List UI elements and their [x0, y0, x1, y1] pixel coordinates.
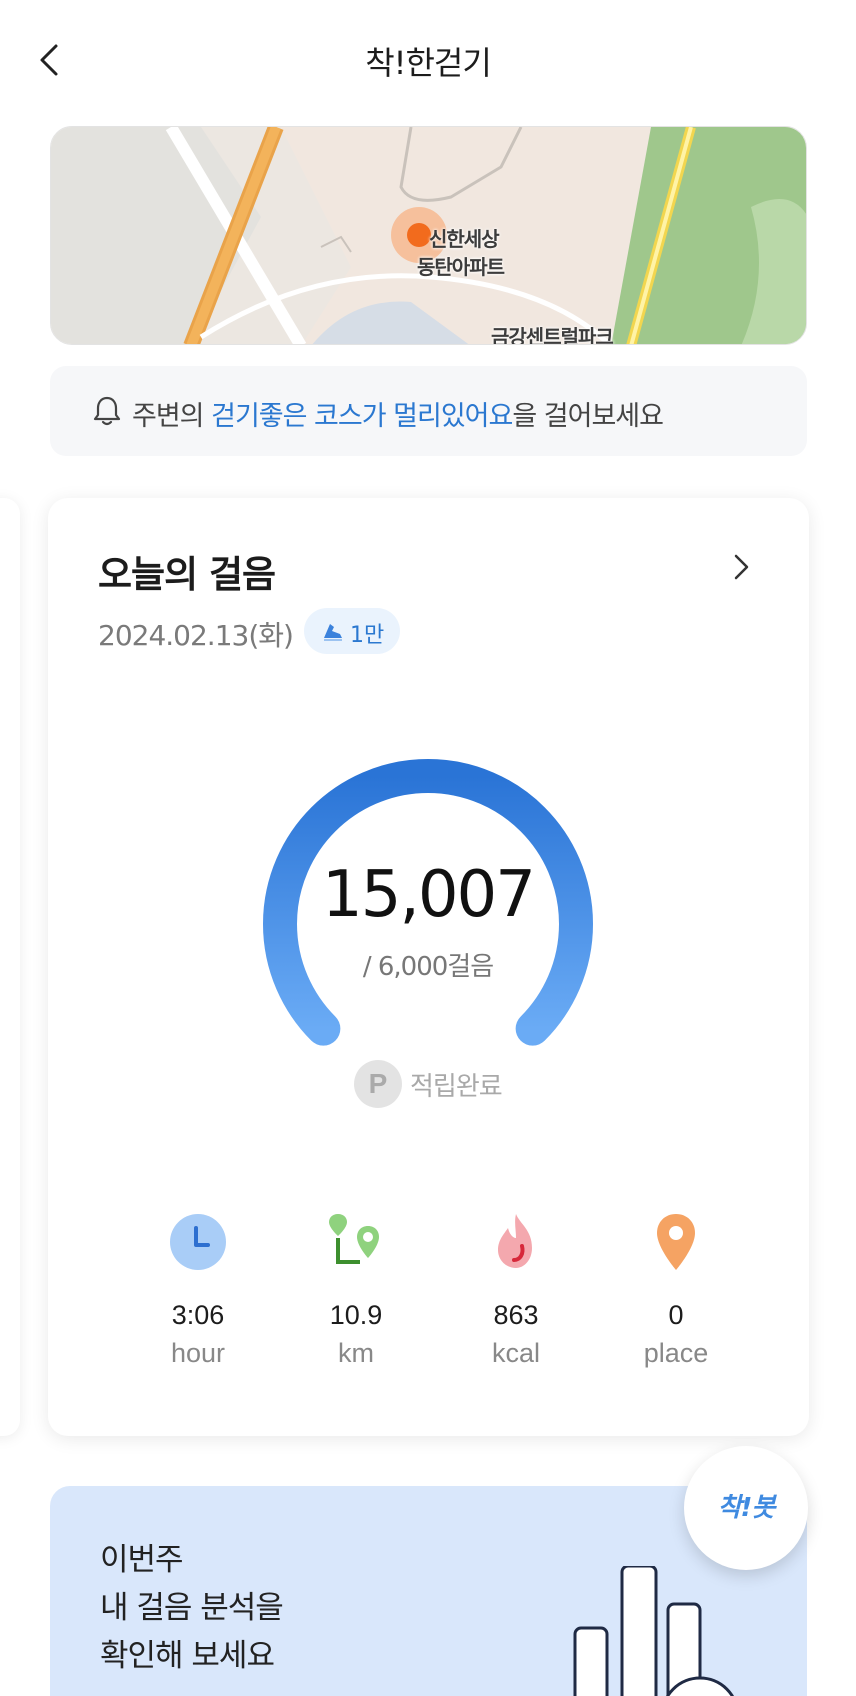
previous-card-peek[interactable] [0, 498, 20, 1436]
flame-icon [498, 1214, 532, 1268]
banner-line-1: 이번주 [100, 1542, 184, 1578]
location-pin-icon [657, 1214, 695, 1270]
stat-calories-value: 863 [493, 1300, 539, 1330]
page-title: 착!한걷기 [365, 44, 492, 82]
clock-icon [170, 1214, 226, 1270]
date-label: 2024.02.13(화) [98, 619, 294, 652]
achievement-badge: 1만 [304, 608, 400, 654]
map-label-apartment-1: 신한세상 [429, 227, 500, 251]
chatbot-button[interactable]: 착!봇 [684, 1446, 808, 1570]
chevron-right-icon[interactable] [726, 550, 756, 584]
stat-distance: 10.9 km [276, 1210, 436, 1390]
banner-line-2: 내 걸음 분석을 [100, 1590, 284, 1626]
card-title: 오늘의 걸음 [98, 553, 276, 596]
stat-places: 0 place [596, 1210, 756, 1390]
stat-calories: 863 kcal [436, 1210, 596, 1390]
badge-label: 1만 [350, 623, 385, 648]
points-label: 적립완료 [410, 1072, 503, 1102]
bar-chart-illustration [573, 1566, 735, 1696]
stat-time-value: 3:06 [171, 1300, 225, 1330]
location-marker [407, 223, 431, 247]
route-distance-icon [329, 1214, 379, 1264]
banner-line-3: 확인해 보세요 [100, 1638, 275, 1674]
today-steps-card[interactable]: 오늘의 걸음 2024.02.13(화) 1만 15,007 / 6,000걸음… [48, 498, 809, 1436]
banner-text: 이번주 내 걸음 분석을 확인해 보세요 [100, 1536, 284, 1680]
map-label-apartment-2: 동탄아파트 [417, 255, 505, 279]
stat-places-unit: place [643, 1338, 709, 1368]
stat-time-unit: hour [170, 1338, 226, 1368]
notice-prefix: 주변의 [132, 401, 212, 432]
walking-course-notice[interactable]: 주변의 걷기좋은 코스가 멀리있어요을 걸어보세요 [50, 366, 807, 456]
bell-icon [93, 396, 121, 426]
notice-suffix: 을 걸어보세요 [512, 401, 664, 432]
points-icon: P [354, 1060, 402, 1108]
step-goal: / 6,000걸음 [362, 952, 494, 982]
notice-highlight-link[interactable]: 걷기좋은 코스가 멀리있어요 [211, 401, 513, 432]
activity-stats: 3:06 hour 10.9 km 863 kcal 0 place [48, 1210, 809, 1390]
stat-calories-unit: kcal [491, 1338, 540, 1368]
stat-places-value: 0 [668, 1300, 684, 1330]
shoe-icon [324, 624, 342, 641]
stat-distance-value: 10.9 [329, 1300, 383, 1330]
app-header: 착!한걷기 [0, 0, 856, 120]
step-count: 15,007 [322, 858, 536, 932]
stat-distance-unit: km [338, 1338, 374, 1368]
map-label-park: 금강센트럴파크 [491, 325, 614, 345]
stat-time: 3:06 hour [118, 1210, 278, 1390]
nearby-map[interactable]: 신한세상 동탄아파트 금강센트럴파크 [50, 126, 807, 345]
notice-text: 주변의 걷기좋은 코스가 멀리있어요을 걸어보세요 [132, 394, 664, 433]
